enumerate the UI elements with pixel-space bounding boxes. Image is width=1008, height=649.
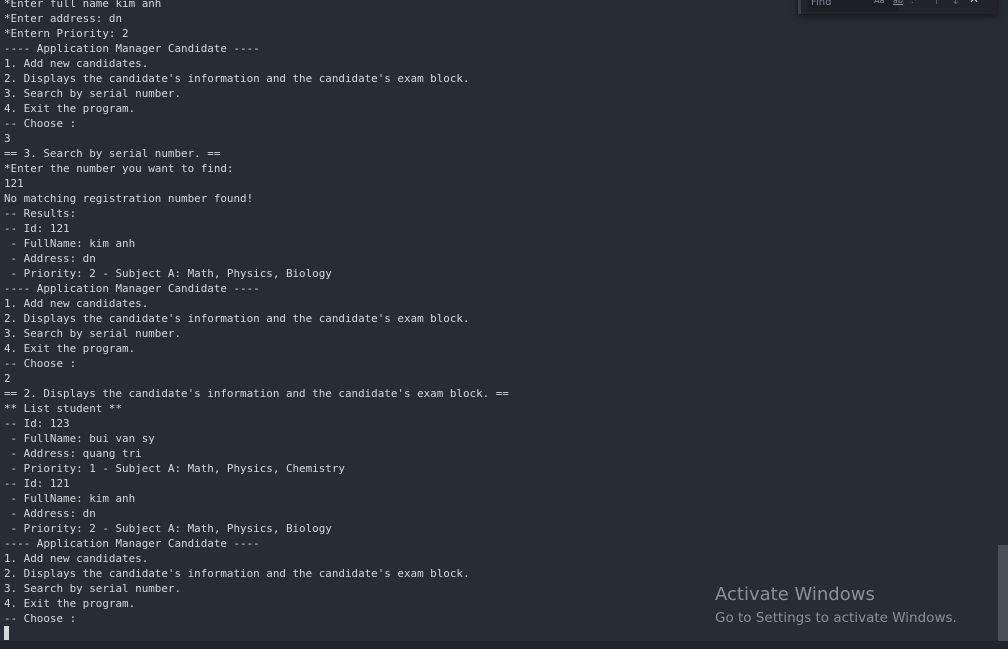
terminal-line: == 2. Displays the candidate's informati… [4, 387, 509, 400]
terminal-output[interactable]: *Enter full name kim anh *Enter address: … [4, 0, 509, 626]
terminal-line: ---- Application Manager Candidate ---- [4, 42, 260, 55]
whole-word-toggle[interactable]: ab [893, 0, 903, 8]
terminal-line: 3. Search by serial number. [4, 327, 182, 340]
terminal-line: ---- Application Manager Candidate ---- [4, 537, 260, 550]
terminal-line: 2. Displays the candidate's information … [4, 72, 470, 85]
arrow-down-icon[interactable]: ↓ [951, 0, 960, 8]
terminal-line: 4. Exit the program. [4, 102, 136, 115]
terminal-line: - Priority: 2 - Subject A: Math, Physics… [4, 267, 332, 280]
scrollbar-thumb[interactable] [998, 545, 1008, 641]
terminal-line: - FullName: kim anh [4, 237, 136, 250]
match-case-toggle[interactable]: Aa [874, 0, 884, 8]
terminal-line: -- Id: 121 [4, 477, 70, 490]
terminal-line: No matching registration number found! [4, 192, 254, 205]
terminal-line: - Priority: 2 - Subject A: Math, Physics… [4, 522, 332, 535]
find-input[interactable] [807, 0, 899, 11]
terminal-line: ** List student ** [4, 402, 123, 415]
terminal-line: 1. Add new candidates. [4, 57, 149, 70]
watermark-title: Activate Windows [715, 584, 875, 605]
terminal-line: 3 [4, 132, 11, 145]
terminal-line: - Priority: 1 - Subject A: Math, Physics… [4, 462, 345, 475]
terminal-line: 4. Exit the program. [4, 342, 136, 355]
terminal-line: 3. Search by serial number. [4, 582, 182, 595]
terminal-line: 2. Displays the candidate's information … [4, 567, 470, 580]
terminal-line: -- Results: [4, 207, 77, 220]
terminal-line: 4. Exit the program. [4, 597, 136, 610]
terminal-line: *Entern Priority: 2 [4, 27, 129, 40]
close-icon[interactable]: ✕ [969, 0, 979, 7]
terminal-line: *Enter the number you want to find: [4, 162, 234, 175]
terminal-line: - Address: dn [4, 507, 96, 520]
status-bar [0, 641, 1008, 649]
regex-toggle[interactable]: .* [911, 0, 918, 8]
terminal-line: 1. Add new candidates. [4, 552, 149, 565]
terminal-line: - FullName: bui van sy [4, 432, 155, 445]
terminal-line: - FullName: kim anh [4, 492, 136, 505]
terminal-line: 2. Displays the candidate's information … [4, 312, 470, 325]
watermark-subtitle: Go to Settings to activate Windows. [715, 610, 957, 626]
terminal-line: - Address: quang tri [4, 447, 142, 460]
terminal-line: 1. Add new candidates. [4, 297, 149, 310]
terminal-line: == 3. Search by serial number. == [4, 147, 221, 160]
terminal-line: *Enter address: dn [4, 12, 123, 25]
terminal-line: - Address: dn [4, 252, 96, 265]
terminal-panel[interactable]: *Enter full name kim anh *Enter address: … [0, 0, 1008, 649]
activate-windows-watermark: Activate Windows Go to Settings to activ… [715, 584, 957, 628]
terminal-line: 121 [4, 177, 24, 190]
terminal-line: -- Id: 121 [4, 222, 70, 235]
terminal-line: -- Id: 123 [4, 417, 70, 430]
terminal-line: -- Choose : [4, 612, 77, 625]
terminal-line: 2 [4, 372, 11, 385]
scrollbar[interactable] [998, 0, 1008, 641]
terminal-line: 3. Search by serial number. [4, 87, 182, 100]
terminal-line: -- Choose : [4, 117, 77, 130]
find-widget: Aa ab .* ↑ ↓ ✕ [798, 0, 997, 14]
terminal-line: -- Choose : [4, 357, 77, 370]
terminal-line: ---- Application Manager Candidate ---- [4, 282, 260, 295]
terminal-line: *Enter full name kim anh [4, 0, 162, 10]
terminal-cursor [4, 626, 9, 640]
arrow-up-icon[interactable]: ↑ [932, 0, 941, 8]
